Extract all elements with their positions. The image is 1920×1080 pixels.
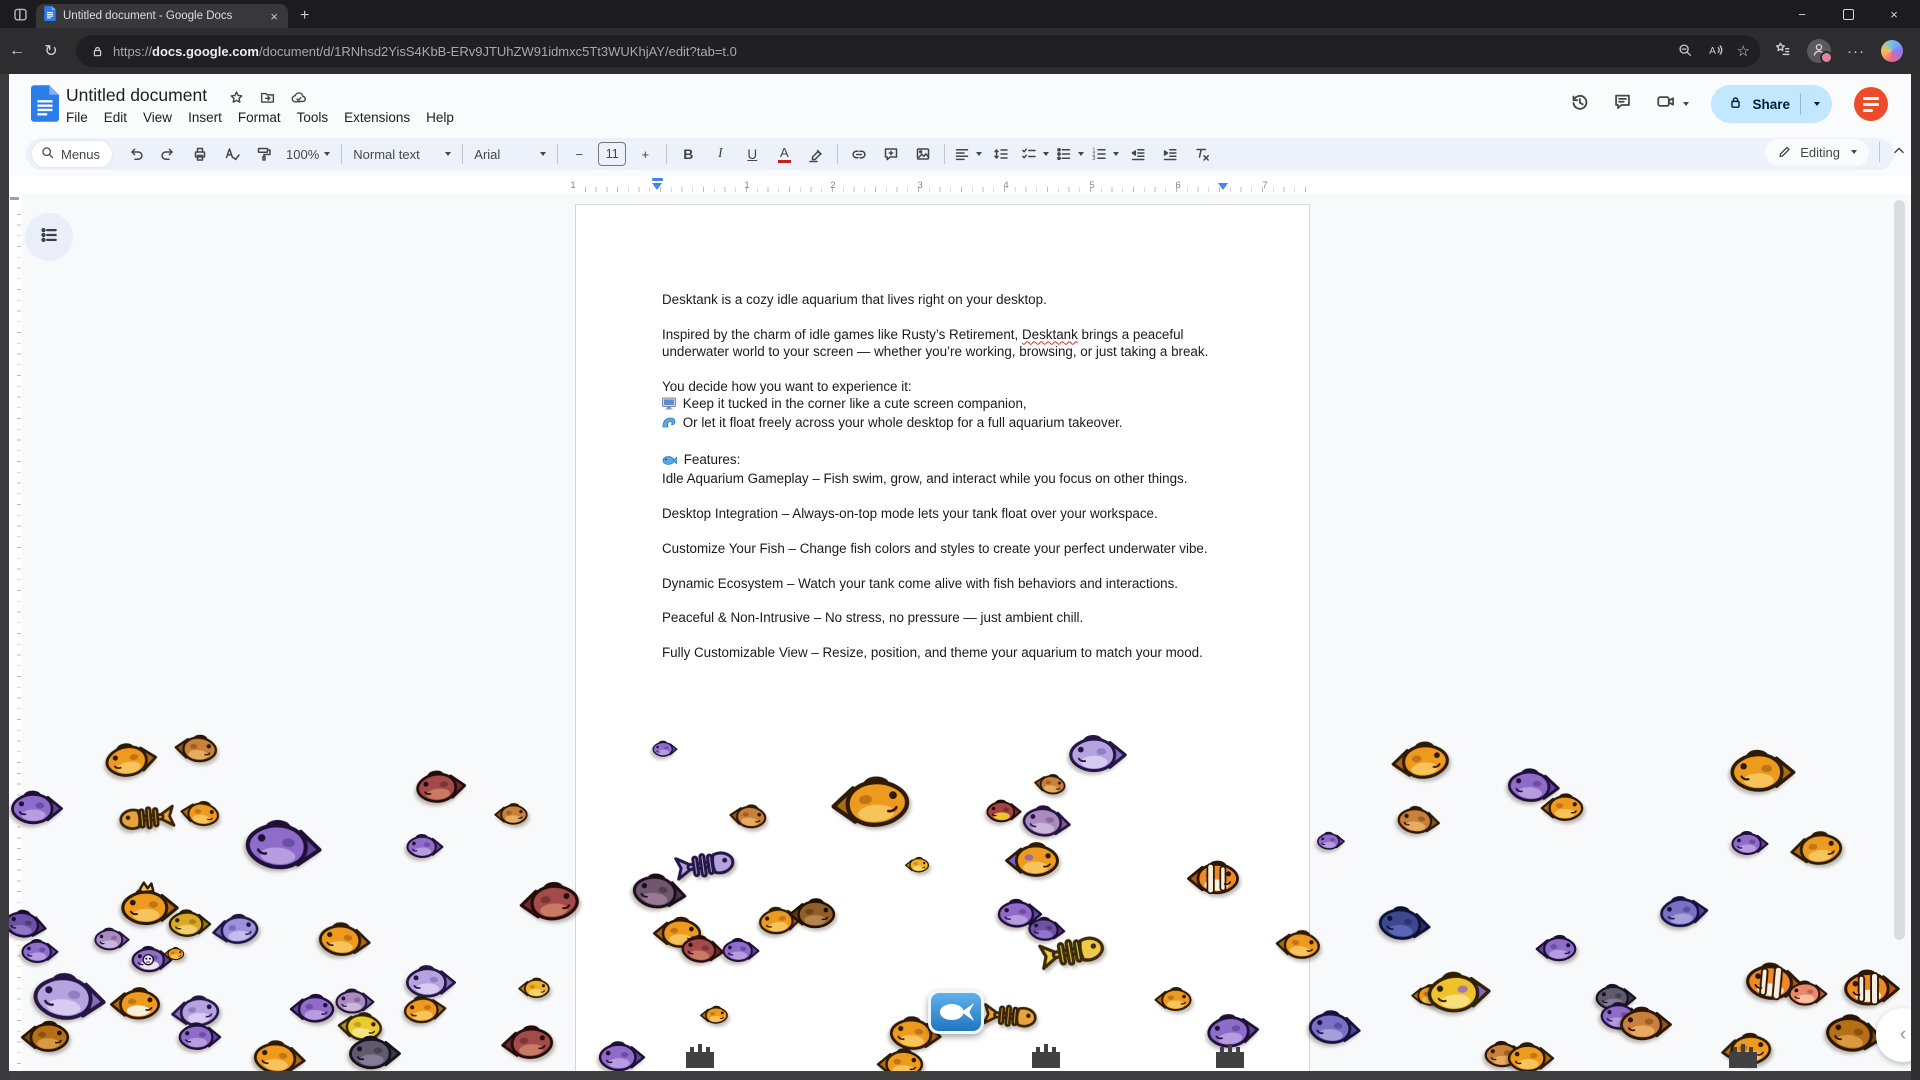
fish-sprite (172, 727, 221, 767)
fish-sprite (1618, 1000, 1674, 1044)
fish-sprite (19, 1015, 71, 1056)
fish-sprite (1539, 788, 1585, 824)
fish-sprite (208, 906, 262, 950)
fish-sprite (167, 904, 213, 940)
fish-sprite (515, 872, 583, 928)
right-edge-strip (1911, 74, 1920, 1080)
tank-castle-decoration (1212, 1042, 1248, 1073)
fish-sprite (1656, 887, 1711, 932)
fish-sprite (1534, 930, 1578, 965)
left-edge-strip (0, 74, 9, 1080)
fish-sprite (347, 1029, 403, 1073)
desktank-app-button[interactable] (928, 990, 984, 1034)
fish-sprite (1067, 728, 1129, 777)
fish-sprite (721, 933, 761, 964)
fish-sprite (163, 944, 185, 961)
tank-castle-decoration (1725, 1042, 1761, 1073)
tank-castle-decoration (682, 1042, 718, 1073)
fish-sprite (177, 793, 223, 831)
fish-sprite (412, 762, 469, 809)
fish-sprite (1506, 1036, 1556, 1075)
fish-sprite (315, 914, 375, 963)
fish-sprite (115, 795, 178, 842)
fish-sprite (1003, 835, 1061, 881)
fish-sprite (1786, 822, 1846, 872)
fish-sprite (1026, 911, 1069, 946)
fish-sprite (517, 974, 551, 1001)
fish-sprite (1394, 799, 1444, 840)
fish-sprite (1185, 854, 1241, 898)
fish-sprite (240, 807, 327, 878)
fish-sprite (108, 981, 162, 1023)
tank-floor-bar (0, 1071, 1920, 1080)
fish-sprite (726, 797, 769, 832)
fish-sprite (1305, 1002, 1365, 1051)
fish-sprite (493, 799, 529, 827)
fish-sprite (699, 1002, 729, 1026)
desktank-overlay: ‹ (0, 0, 1920, 1080)
desktop-screen: Untitled document - Google Docs × + − × … (0, 0, 1920, 1080)
fish-sprite (979, 993, 1040, 1038)
fish-sprite (498, 1017, 557, 1065)
fish-sprite (826, 764, 914, 836)
fish-sprite (405, 829, 445, 860)
fish-logo-icon (935, 998, 977, 1026)
fish-sprite (1842, 962, 1902, 1009)
fish-sprite (1316, 828, 1346, 852)
fish-sprite (100, 732, 162, 783)
fish-sprite (93, 923, 131, 953)
fish-sprite (1730, 826, 1770, 857)
fish-sprite (1423, 961, 1495, 1019)
fish-sprite (1387, 732, 1453, 786)
fish-sprite (1153, 982, 1193, 1013)
fish-sprite (628, 863, 692, 916)
fish-sprite (1787, 976, 1829, 1009)
fish-sprite (652, 737, 679, 758)
fish-sprite (20, 934, 60, 965)
fish-sprite (1272, 922, 1323, 964)
fish-sprite (1031, 767, 1068, 798)
fish-sprite (177, 1017, 223, 1053)
fish-sprite (597, 1035, 647, 1074)
fish-sprite (904, 854, 930, 874)
fish-sprite (787, 892, 837, 931)
fish-sprite (288, 988, 336, 1026)
fish-sprite (9, 784, 65, 828)
fish-sprite (1375, 897, 1435, 947)
tank-castle-decoration (1028, 1042, 1064, 1073)
fish-sprite (985, 795, 1023, 825)
fish-sprite (1728, 742, 1798, 797)
fish-sprite (401, 988, 450, 1028)
